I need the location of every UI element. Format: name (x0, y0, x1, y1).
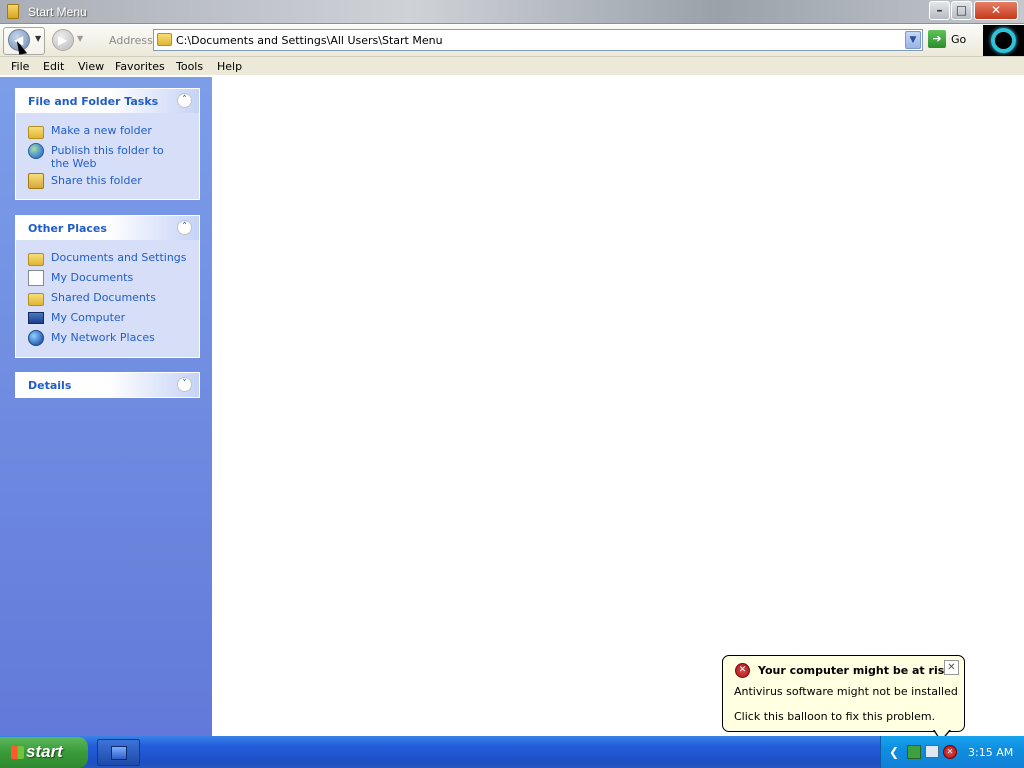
toolbar: ◀ ▼ ▶ ▼ Address C:\Documents and Setting… (0, 25, 1024, 57)
ring-logo-icon (991, 28, 1016, 53)
start-button[interactable]: start (0, 737, 88, 768)
shared-folder-icon (28, 293, 44, 306)
network-icon (28, 330, 44, 346)
forward-dropdown-icon[interactable]: ▼ (77, 34, 83, 43)
expand-chevron-icon[interactable]: ˅ (177, 377, 192, 392)
taskbar-app-button[interactable] (97, 739, 140, 766)
folder-icon (28, 253, 44, 266)
collapse-chevron-icon[interactable]: ˄ (177, 93, 192, 108)
tray-clock[interactable]: 3:15 AM (968, 746, 1013, 759)
menu-help[interactable]: Help (217, 60, 242, 73)
security-balloon[interactable]: ✕ Your computer might be at risk ✕ Antiv… (722, 655, 965, 742)
address-dropdown-icon[interactable]: ▼ (905, 31, 921, 49)
panel-title: Details (28, 379, 72, 392)
menu-favorites[interactable]: Favorites (115, 60, 165, 73)
task-label: Make a new folder (51, 124, 152, 137)
system-tray: ❮ ✕ 3:15 AM (880, 736, 1024, 768)
balloon-title: Your computer might be at risk (758, 664, 952, 677)
task-label: Share this folder (51, 174, 142, 187)
explorer-window: Start Menu – □ ✕ ◀ ▼ ▶ ▼ Address C:\Docu… (0, 0, 1024, 736)
go-label: Go (951, 33, 967, 46)
balloon-close-button[interactable]: ✕ (944, 660, 959, 675)
task-pane: File and Folder Tasks ˄ Make a new folde… (0, 77, 212, 736)
title-bar[interactable]: Start Menu – □ ✕ (0, 0, 1024, 24)
collapse-chevron-icon[interactable]: ˄ (177, 220, 192, 235)
window-title: Start Menu (28, 5, 87, 19)
tray-network-icon[interactable] (907, 745, 921, 759)
place-label: My Computer (51, 311, 126, 324)
tray-security-alert-icon[interactable]: ✕ (943, 745, 957, 759)
forward-button[interactable]: ▶ (52, 29, 74, 51)
menu-file[interactable]: File (11, 60, 29, 73)
computer-icon (28, 312, 44, 324)
other-places-panel: Other Places ˄ Documents and Settings My… (15, 215, 200, 358)
back-dropdown-icon[interactable]: ▼ (35, 34, 41, 43)
forward-arrow-icon: ▶ (58, 33, 68, 47)
tray-collapse-chevron-icon[interactable]: ❮ (889, 745, 903, 759)
security-shield-icon: ✕ (735, 663, 750, 678)
details-header[interactable]: Details ˅ (16, 373, 199, 397)
folder-content-area[interactable] (212, 77, 1024, 736)
go-button[interactable]: ➔ Go (928, 30, 978, 50)
file-folder-tasks-header[interactable]: File and Folder Tasks ˄ (16, 89, 199, 113)
menu-tools[interactable]: Tools (176, 60, 203, 73)
share-folder-icon (28, 173, 44, 189)
web-publish-icon (28, 143, 44, 159)
address-label: Address (109, 34, 153, 47)
tray-display-icon[interactable] (925, 745, 939, 758)
balloon-message: Antivirus software might not be installe… (734, 685, 958, 698)
panel-title: Other Places (28, 222, 107, 235)
folder-icon (7, 4, 19, 19)
menu-bar: File Edit View Favorites Tools Help (0, 57, 1024, 76)
place-label: Shared Documents (51, 291, 156, 304)
app-window-icon (111, 746, 127, 760)
place-label: My Network Places (51, 331, 155, 344)
balloon-action[interactable]: Click this balloon to fix this problem. (734, 710, 935, 723)
other-places-header[interactable]: Other Places ˄ (16, 216, 199, 240)
close-button[interactable]: ✕ (974, 1, 1018, 20)
address-bar[interactable]: C:\Documents and Settings\All Users\Star… (153, 29, 923, 51)
maximize-button[interactable]: □ (951, 1, 972, 20)
panel-title: File and Folder Tasks (28, 95, 159, 108)
task-label: Publish this folder to the Web (51, 144, 164, 170)
go-arrow-icon: ➔ (928, 30, 946, 48)
start-label: start (26, 742, 63, 761)
place-label: Documents and Settings (51, 251, 187, 264)
folder-icon (157, 33, 172, 46)
documents-icon (28, 270, 44, 286)
menu-edit[interactable]: Edit (43, 60, 64, 73)
file-folder-tasks-panel: File and Folder Tasks ˄ Make a new folde… (15, 88, 200, 200)
address-value[interactable]: C:\Documents and Settings\All Users\Star… (176, 34, 443, 47)
new-folder-icon (28, 126, 44, 139)
windows-flag-icon (11, 746, 24, 759)
place-label: My Documents (51, 271, 134, 284)
details-panel: Details ˅ (15, 372, 200, 398)
taskbar: start ❮ ✕ 3:15 AM (0, 736, 1024, 768)
menu-view[interactable]: View (78, 60, 104, 73)
minimize-button[interactable]: – (929, 1, 950, 20)
windows-brand-logo (983, 25, 1024, 56)
